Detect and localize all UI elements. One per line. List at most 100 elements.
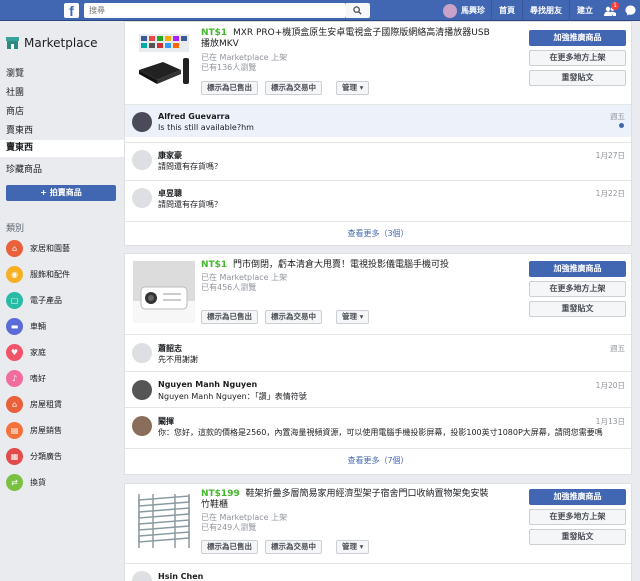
listing-card: NT$1 MXR PRO+機頂盒原生安卓電視盒子國際版網絡高清播放器USB播放M…	[124, 21, 632, 246]
mark-pending-button[interactable]: 標示為交易中	[265, 81, 322, 95]
category-swap[interactable]: ⇄ 換貨	[6, 474, 46, 491]
message-thread[interactable]: 卓昱聰 請問還有存貨嗎？ 1月22日	[125, 180, 631, 214]
home-icon: ⌂	[6, 240, 23, 257]
manage-dropdown[interactable]: 管理 ▾	[336, 540, 370, 554]
renew-post-button[interactable]: 重發貼文	[529, 301, 626, 317]
message-time: 1月20日	[595, 381, 625, 390]
sell-item-button[interactable]: + 拍賣商品	[6, 185, 116, 201]
list-more-places-button[interactable]: 在更多地方上架	[529, 50, 626, 66]
sender-name: 康家豪	[158, 151, 182, 160]
category-classifieds[interactable]: ▦ 分類廣告	[6, 448, 62, 465]
listing-title-text: MXR PRO+機頂盒原生安卓電視盒子國際版網絡高清播放器USB播放MKV	[201, 28, 490, 49]
sidebar-item-selling-active[interactable]: 賣東西	[0, 140, 124, 157]
listing-price: NT$199	[201, 489, 240, 499]
messenger-button[interactable]	[620, 0, 640, 21]
search-input[interactable]	[84, 3, 314, 18]
sidebar-item-shops[interactable]: 商店	[6, 104, 24, 117]
user-name: 馬興珍	[461, 6, 485, 15]
mark-pending-button[interactable]: 標示為交易中	[265, 310, 322, 324]
listing-thumbnail[interactable]	[133, 30, 195, 92]
boost-listing-button[interactable]: 加強推廣商品	[529, 261, 626, 277]
house-icon: ⌂	[6, 396, 23, 413]
avatar	[132, 150, 152, 170]
mark-sold-button[interactable]: 標示為已售出	[201, 81, 258, 95]
message-thread[interactable]: 蕭韶志 先不用謝謝 週五	[125, 334, 631, 371]
message-thread[interactable]: Alfred Guevarra Is this still available?…	[125, 104, 631, 137]
listing-title-text: 鞋架折疊多層簡易家用經濟型架子宿舍門口收納置物架免安裝竹鞋櫃	[201, 489, 489, 510]
mark-pending-button[interactable]: 標示為交易中	[265, 540, 322, 554]
tv-box-image	[139, 34, 189, 84]
sidebar-item-selling[interactable]: 賣東西	[6, 123, 33, 136]
category-home-garden[interactable]: ⌂ 家居和園藝	[6, 240, 70, 257]
mark-sold-button[interactable]: 標示為已售出	[201, 310, 258, 324]
message-thread[interactable]: Nguyen Manh Nguyen Nguyen Manh Nguyen：「讚…	[125, 371, 631, 407]
category-clothing[interactable]: ◉ 服飾和配件	[6, 266, 70, 283]
marketplace-sidebar: Marketplace 瀏覽 社團 商店 賣東西 賣東西 珍藏商品 + 拍賣商品…	[0, 21, 124, 581]
avatar	[443, 3, 457, 18]
listing-status: 已在 Marketplace 上架	[201, 513, 288, 522]
sender-name: 闞揮	[158, 417, 174, 426]
swap-icon: ⇄	[6, 474, 23, 491]
renew-post-button[interactable]: 重發貼文	[529, 70, 626, 86]
nav-create[interactable]: 建立	[569, 0, 600, 21]
unread-dot	[619, 123, 624, 128]
category-electronics[interactable]: ▢ 電子產品	[6, 292, 62, 309]
shoe-rack-image	[138, 494, 190, 548]
search-icon	[353, 6, 362, 15]
message-preview: 請問還有存貨嗎？	[158, 200, 222, 209]
listing-price: NT$1	[201, 260, 228, 270]
nav-home[interactable]: 首頁	[491, 0, 522, 21]
nav-find-friends[interactable]: 尋找朋友	[522, 0, 569, 21]
category-rentals[interactable]: ⌂ 房屋租賃	[6, 396, 62, 413]
message-preview: Nguyen Manh Nguyen：「讚」表情符號	[158, 392, 307, 401]
see-more-messages-link[interactable]: 查看更多（3個）	[125, 221, 631, 246]
category-vehicles[interactable]: ▬ 車輛	[6, 318, 46, 335]
message-preview: 請問還有存貨嗎？	[158, 162, 222, 171]
sidebar-item-groups[interactable]: 社團	[6, 85, 24, 98]
category-label: 家庭	[30, 348, 46, 357]
marketplace-store-icon	[6, 37, 19, 49]
message-time: 週五	[610, 112, 625, 121]
manage-dropdown[interactable]: 管理 ▾	[336, 310, 370, 324]
listing-title[interactable]: NT$199 鞋架折疊多層簡易家用經濟型架子宿舍門口收納置物架免安裝竹鞋櫃	[201, 489, 496, 511]
profile-link[interactable]: 馬興珍	[437, 3, 491, 18]
sender-name: Hsin Chen	[158, 572, 204, 581]
list-more-places-button[interactable]: 在更多地方上架	[529, 509, 626, 525]
search-box[interactable]	[84, 3, 346, 18]
list-more-places-button[interactable]: 在更多地方上架	[529, 281, 626, 297]
listing-thumbnail[interactable]	[133, 490, 195, 552]
message-time: 1月27日	[595, 151, 625, 160]
message-thread[interactable]: 康家豪 請問還有存貨嗎？ 1月27日	[125, 142, 631, 176]
category-hobbies[interactable]: ♪ 嗜好	[6, 370, 46, 387]
boost-listing-button[interactable]: 加強推廣商品	[529, 30, 626, 46]
notification-badge: 1	[611, 2, 619, 10]
boost-listing-button[interactable]: 加強推廣商品	[529, 489, 626, 505]
listing-views: 已有456人瀏覽	[201, 283, 257, 292]
category-family[interactable]: ♥ 家庭	[6, 344, 46, 361]
message-time: 1月22日	[595, 189, 625, 198]
category-label: 家居和園藝	[30, 244, 70, 253]
category-label: 分類廣告	[30, 452, 62, 461]
listing-price: NT$1	[201, 28, 228, 38]
category-home-sales[interactable]: ▤ 房屋銷售	[6, 422, 62, 439]
gift-icon: ▦	[6, 448, 23, 465]
sidebar-item-saved[interactable]: 珍藏商品	[6, 162, 42, 175]
listing-title[interactable]: NT$1 門市倒閉，虧本清倉大甩賣！電視投影儀電腦手機可投	[201, 260, 496, 271]
listing-status: 已在 Marketplace 上架	[201, 53, 288, 62]
search-button[interactable]	[346, 3, 370, 18]
mark-sold-button[interactable]: 標示為已售出	[201, 540, 258, 554]
message-thread[interactable]: 闞揮 你：您好，這款的價格是2560，內置海量視頻資源，可以使用電腦手機投影屏幕…	[125, 407, 631, 447]
manage-dropdown[interactable]: 管理 ▾	[336, 81, 370, 95]
clothing-icon: ◉	[6, 266, 23, 283]
messenger-icon	[624, 5, 636, 16]
friend-requests-button[interactable]: 1	[600, 0, 620, 21]
message-thread[interactable]: Hsin Chen	[125, 563, 631, 581]
sidebar-item-browse[interactable]: 瀏覽	[6, 66, 24, 79]
page-title: Marketplace	[6, 36, 98, 50]
listing-title[interactable]: NT$1 MXR PRO+機頂盒原生安卓電視盒子國際版網絡高清播放器USB播放M…	[201, 28, 496, 50]
marketplace-title: Marketplace	[24, 36, 98, 50]
listing-thumbnail[interactable]	[133, 261, 195, 323]
see-more-messages-link[interactable]: 查看更多（7個）	[125, 448, 631, 474]
renew-post-button[interactable]: 重發貼文	[529, 529, 626, 545]
facebook-logo-icon[interactable]: f	[64, 3, 79, 18]
